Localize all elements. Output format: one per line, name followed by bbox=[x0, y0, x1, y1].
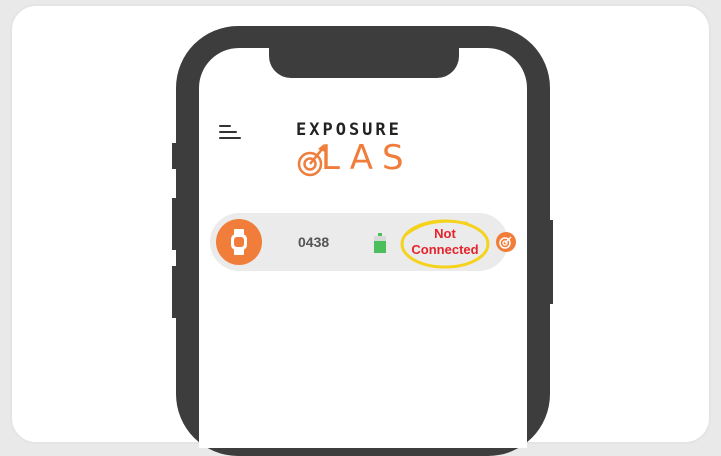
phone-notch bbox=[269, 44, 459, 78]
connect-button[interactable] bbox=[496, 232, 516, 252]
app-logo-product-name: LAS bbox=[321, 138, 413, 178]
device-id: 0438 bbox=[298, 234, 330, 250]
status-line-2: Connected bbox=[411, 242, 479, 257]
app-logo-wordmark: EXPOSURE bbox=[296, 120, 402, 140]
status-line-1: Not bbox=[434, 226, 456, 241]
hamburger-menu-icon[interactable] bbox=[219, 125, 241, 139]
watch-icon bbox=[231, 229, 247, 255]
device-avatar bbox=[216, 219, 262, 265]
battery-icon bbox=[374, 233, 386, 253]
connection-status: Not Connected bbox=[400, 219, 490, 269]
target-icon bbox=[499, 236, 512, 249]
